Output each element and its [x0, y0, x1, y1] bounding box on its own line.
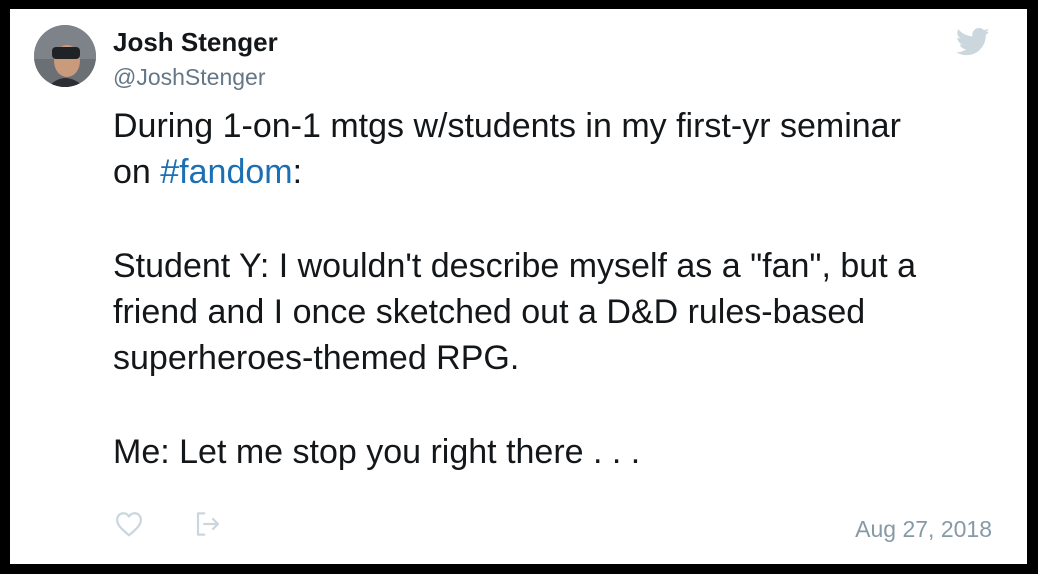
tweet-text-fragment: on: [113, 153, 161, 191]
author-handle[interactable]: @JoshStenger: [113, 63, 266, 91]
tweet-text-line: Me: Let me stop you right there . . .: [113, 433, 641, 471]
avatar-photo: [34, 25, 96, 87]
tweet-text: During 1-on-1 mtgs w/students in my firs…: [113, 103, 1003, 475]
tweet-text-line: Student Y: I wouldn't describe myself as…: [113, 247, 917, 285]
author-display-name[interactable]: Josh Stenger: [113, 27, 278, 57]
tweet-text-fragment: :: [292, 153, 303, 191]
hashtag-link[interactable]: #fandom: [160, 153, 292, 191]
tweet-text-line: During 1-on-1 mtgs w/students in my firs…: [113, 107, 901, 145]
tweet-timestamp[interactable]: Aug 27, 2018: [855, 515, 992, 543]
tweet-text-line: on #fandom:: [113, 149, 1003, 195]
tweet-card: Josh Stenger @JoshStenger During 1-on-1 …: [10, 9, 1027, 564]
tweet-text-line: superheroes-themed RPG.: [113, 339, 520, 377]
share-icon[interactable]: [193, 509, 223, 539]
twitter-bird-icon[interactable]: [955, 27, 990, 57]
heart-icon[interactable]: [114, 509, 144, 539]
tweet-text-line: friend and I once sketched out a D&D rul…: [113, 293, 866, 331]
screenshot-frame: Josh Stenger @JoshStenger During 1-on-1 …: [0, 0, 1038, 574]
avatar[interactable]: [34, 25, 96, 87]
